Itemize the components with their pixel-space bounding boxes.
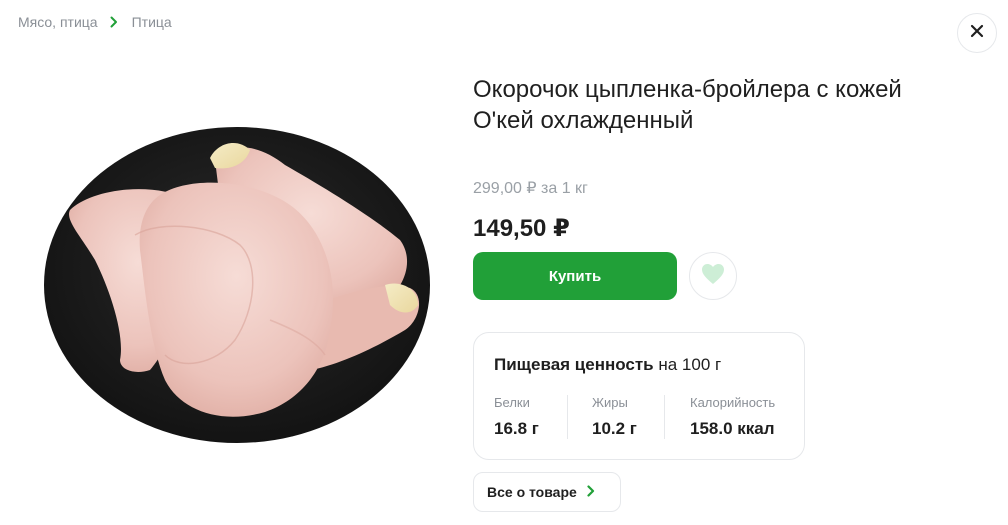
nutrition-calories: Калорийность 158.0 ккал (690, 395, 775, 439)
chevron-right-icon (587, 484, 595, 500)
nutrition-divider (664, 395, 665, 439)
product-title-line-2: О'кей охлажденный (473, 107, 694, 134)
breadcrumb: Мясо, птица Птица (18, 14, 172, 30)
nutrition-card: Пищевая ценность на 100 г Белки 16.8 г Ж… (473, 332, 805, 460)
nutrition-divider (567, 395, 568, 439)
nutrition-fat-label: Жиры (592, 395, 628, 410)
nutrition-calories-value: 158.0 ккал (690, 419, 775, 438)
nutrition-per-unit: на 100 г (658, 355, 722, 374)
nutrition-fat-value: 10.2 г (592, 419, 637, 438)
nutrition-title: Пищевая ценность на 100 г (494, 355, 721, 375)
nutrition-title-label: Пищевая ценность (494, 355, 654, 374)
current-price: 149,50 ₽ (473, 215, 570, 242)
old-price-unit: за 1 кг (541, 180, 588, 197)
nutrition-calories-label: Калорийность (690, 395, 776, 410)
breadcrumb-item-poultry[interactable]: Птица (132, 14, 172, 30)
chevron-right-icon (110, 15, 120, 29)
product-title: Окорочок цыпленка-бройлера с кожей О'кей… (473, 74, 973, 136)
product-modal: Мясо, птица Птица Окорочок цыпленка-брой… (0, 0, 1008, 525)
all-about-product-button[interactable]: Все о товаре (473, 472, 621, 512)
old-price-value: 299,00 ₽ (473, 180, 537, 197)
product-image (40, 120, 440, 460)
nutrition-protein-label: Белки (494, 395, 530, 410)
all-about-product-label: Все о товаре (487, 484, 577, 500)
heart-icon (701, 263, 725, 290)
nutrition-protein-value: 16.8 г (494, 419, 539, 438)
favorite-button[interactable] (689, 252, 737, 300)
nutrition-protein: Белки 16.8 г (494, 395, 539, 439)
close-icon (970, 24, 984, 43)
buy-button[interactable]: Купить (473, 252, 677, 300)
breadcrumb-item-meat[interactable]: Мясо, птица (18, 14, 98, 30)
product-title-line-1: Окорочок цыпленка-бройлера с кожей (473, 76, 902, 103)
old-price: 299,00 ₽ за 1 кг (473, 178, 588, 198)
close-button[interactable] (957, 13, 997, 53)
nutrition-fat: Жиры 10.2 г (592, 395, 637, 439)
